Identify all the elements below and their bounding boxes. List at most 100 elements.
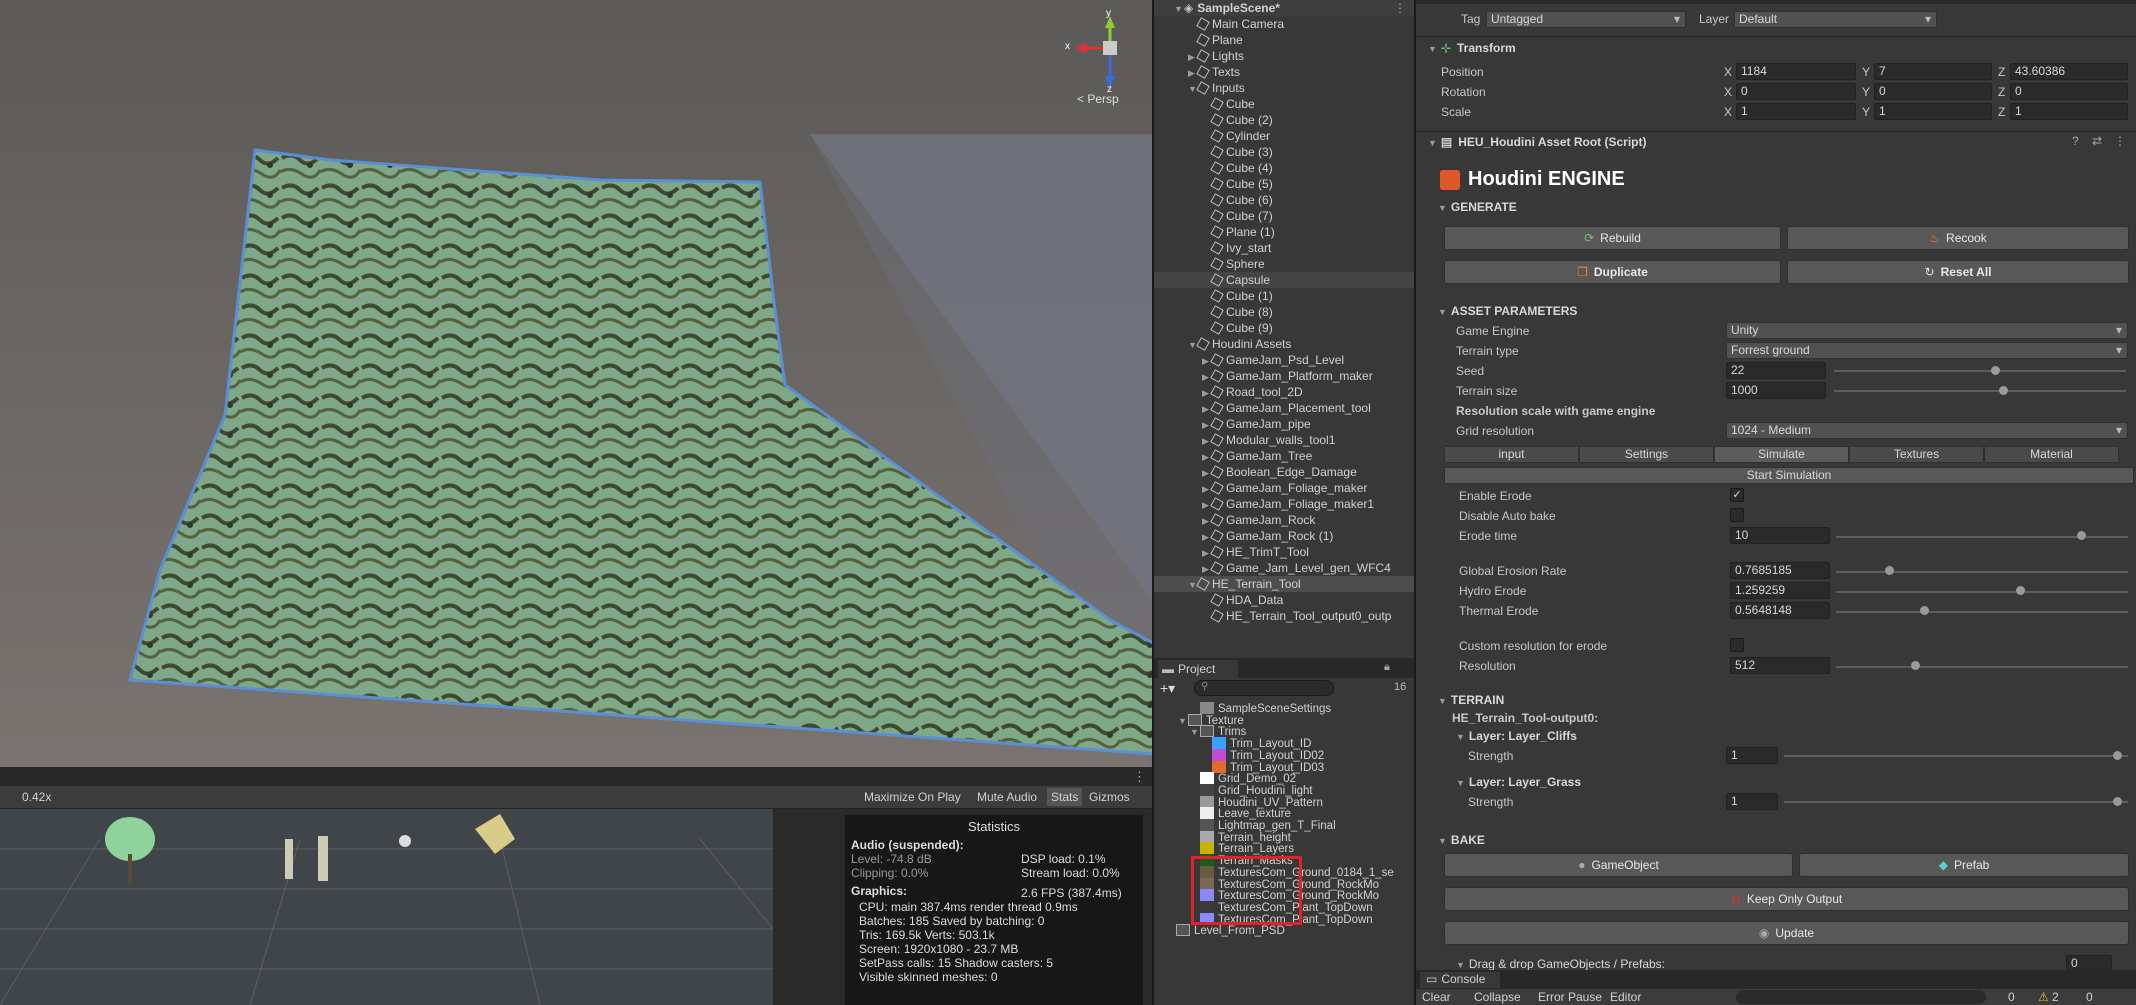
hierarchy-item[interactable]: Cube xyxy=(1154,96,1414,112)
project-item[interactable]: ▼ Trims xyxy=(1154,725,1414,738)
project-item[interactable]: Terrain_Layers xyxy=(1154,842,1414,855)
scale-z[interactable]: 1 xyxy=(2010,103,2128,120)
asset-params-header[interactable]: ▼ ASSET PARAMETERS xyxy=(1438,304,1577,318)
terrain-size-slider[interactable] xyxy=(1834,390,2126,392)
grass-strength-field[interactable]: 1 xyxy=(1726,793,1778,810)
hierarchy-item[interactable]: Cube (8) xyxy=(1154,304,1414,320)
scene-menu-icon[interactable]: ⋮ xyxy=(1394,0,1406,16)
project-item[interactable]: Trim_Layout_ID02 xyxy=(1154,748,1414,762)
hierarchy-item[interactable]: Plane (1) xyxy=(1154,224,1414,240)
hierarchy-item[interactable]: ▶ GameJam_Tree xyxy=(1154,448,1414,464)
lock-icon[interactable]: 🔒︎ xyxy=(1384,661,1390,674)
hierarchy-item[interactable]: Ivy_start xyxy=(1154,240,1414,256)
hierarchy-item[interactable]: ▶ Boolean_Edge_Damage xyxy=(1154,464,1414,480)
global-erosion-field[interactable]: 0.7685185 xyxy=(1730,562,1830,579)
position-x[interactable]: 1184 xyxy=(1736,63,1856,80)
transform-header[interactable]: ▼ ⊹ Transform xyxy=(1428,41,1516,55)
cliffs-strength-knob[interactable] xyxy=(2113,751,2122,760)
console-error-pause[interactable]: Error Pause xyxy=(1538,990,1602,1004)
hierarchy-item[interactable]: ▶ GameJam_Psd_Level xyxy=(1154,352,1414,368)
erode-time-field[interactable]: 10 xyxy=(1730,527,1830,544)
game-engine-dropdown[interactable]: Unity xyxy=(1726,322,2128,339)
rotation-z[interactable]: 0 xyxy=(2010,83,2128,100)
console-info-count[interactable]: 0 xyxy=(2008,990,2015,1004)
project-item[interactable]: Terrain_height xyxy=(1154,830,1414,844)
project-item[interactable]: Lightmap_gen_T_Final xyxy=(1154,819,1414,832)
console-tab[interactable]: ▭ Console xyxy=(1420,972,1500,988)
generate-header[interactable]: ▼ GENERATE xyxy=(1438,200,1517,214)
console-collapse[interactable]: Collapse xyxy=(1474,990,1521,1004)
project-item[interactable]: Trim_Layout_ID xyxy=(1154,737,1414,750)
component-menu-icon[interactable]: ⋮ xyxy=(2114,134,2126,148)
hierarchy-item[interactable]: ▶ Lights xyxy=(1154,48,1414,64)
hierarchy-item[interactable]: ▶ Texts xyxy=(1154,64,1414,80)
project-item[interactable]: ▼ Texture xyxy=(1154,713,1414,727)
terrain-type-dropdown[interactable]: Forrest ground xyxy=(1726,342,2128,359)
rotation-y[interactable]: 0 xyxy=(1874,83,1992,100)
layer-cliffs-header[interactable]: ▼ Layer: Layer_Cliffs xyxy=(1456,729,1577,743)
bake-header[interactable]: ▼ BAKE xyxy=(1438,833,1485,847)
bake-prefab-button[interactable]: ◆ Prefab xyxy=(1799,853,2129,877)
cliffs-strength-field[interactable]: 1 xyxy=(1726,747,1778,764)
hierarchy-item[interactable]: ▶ GameJam_pipe xyxy=(1154,416,1414,432)
hierarchy-item[interactable]: ▶ GameJam_Foliage_maker1 xyxy=(1154,496,1414,512)
script-header[interactable]: ▼ ▤ HEU_Houdini Asset Root (Script) xyxy=(1428,135,1647,149)
create-button[interactable]: +▾ xyxy=(1160,680,1175,697)
scene-view[interactable]: y x z < Persp xyxy=(0,0,1152,767)
rebuild-button[interactable]: ⟳ Rebuild xyxy=(1444,226,1781,250)
console-search[interactable] xyxy=(1736,990,1986,1004)
project-search[interactable]: ⚲ xyxy=(1194,680,1334,696)
stats-button[interactable]: Stats xyxy=(1047,788,1083,806)
settings-icon[interactable]: ⇄ xyxy=(2092,134,2102,148)
hierarchy-item[interactable]: ▶ Modular_walls_tool1 xyxy=(1154,432,1414,448)
hierarchy-item[interactable]: Cube (9) xyxy=(1154,320,1414,336)
grid-res-dropdown[interactable]: 1024 - Medium xyxy=(1726,422,2128,439)
seed-slider[interactable] xyxy=(1834,370,2126,372)
help-icon[interactable]: ? xyxy=(2072,134,2079,148)
mute-audio-button[interactable]: Mute Audio xyxy=(977,790,1037,804)
global-erosion-slider[interactable] xyxy=(1836,571,2128,573)
maximize-on-play-button[interactable]: Maximize On Play xyxy=(864,790,961,804)
scene-root[interactable]: ▼◈ SampleScene* ⋮ xyxy=(1154,0,1414,16)
tab-settings[interactable]: Settings xyxy=(1579,446,1714,463)
hierarchy-item[interactable]: HE_Terrain_Tool_output0_outp xyxy=(1154,608,1414,624)
position-z[interactable]: 43.60386 xyxy=(2010,63,2128,80)
hierarchy-item[interactable]: ▶ GameJam_Rock xyxy=(1154,512,1414,528)
hierarchy-item[interactable]: ▶ GameJam_Rock (1) xyxy=(1154,528,1414,544)
tab-simulate[interactable]: Simulate xyxy=(1714,446,1849,463)
hierarchy-item[interactable]: Cube (4) xyxy=(1154,160,1414,176)
hierarchy-item[interactable]: HDA_Data xyxy=(1154,592,1414,608)
resolution-knob[interactable] xyxy=(1910,661,1920,670)
hierarchy-item[interactable]: ▶ GameJam_Placement_tool xyxy=(1154,400,1414,416)
terrain-size-knob[interactable] xyxy=(1999,386,2009,395)
scale-x[interactable]: 1 xyxy=(1736,103,1856,120)
more-icon[interactable]: ⋮ xyxy=(1133,769,1146,785)
project-item[interactable]: SampleSceneSettings xyxy=(1154,702,1414,715)
reset-all-button[interactable]: ↻ Reset All xyxy=(1787,260,2129,284)
hydro-knob[interactable] xyxy=(2015,586,2025,595)
scene-canvas[interactable] xyxy=(0,0,1152,767)
hierarchy-item[interactable]: ▶ Game_Jam_Level_gen_WFC4 xyxy=(1154,560,1414,576)
layer-dropdown[interactable]: Default xyxy=(1734,11,1937,28)
hierarchy-item[interactable]: ▶ HE_TrimT_Tool xyxy=(1154,544,1414,560)
hierarchy-item[interactable]: ▼ HE_Terrain_Tool xyxy=(1154,576,1414,592)
hierarchy-item[interactable]: Cube (2) xyxy=(1154,112,1414,128)
project-item[interactable]: Leave_texture xyxy=(1154,807,1414,820)
console-clear[interactable]: Clear xyxy=(1422,990,1451,1004)
erode-time-knob[interactable] xyxy=(2077,531,2087,540)
hydro-field[interactable]: 1.259259 xyxy=(1730,582,1830,599)
hierarchy-item[interactable]: Cube (3) xyxy=(1154,144,1414,160)
hierarchy-item[interactable]: Cube (1) xyxy=(1154,288,1414,304)
terrain-size-field[interactable]: 1000 xyxy=(1726,382,1826,399)
project-item[interactable]: Grid_Demo_02 xyxy=(1154,772,1414,785)
thermal-field[interactable]: 0.5648148 xyxy=(1730,602,1830,619)
resolution-field[interactable]: 512 xyxy=(1730,657,1830,674)
hierarchy-item[interactable]: ▼ Inputs xyxy=(1154,80,1414,96)
project-item[interactable]: Houdini_UV_Pattern xyxy=(1154,795,1414,809)
grass-strength-slider[interactable] xyxy=(1784,801,2128,803)
project-item[interactable]: Trim_Layout_ID03 xyxy=(1154,760,1414,774)
persp-label[interactable]: < Persp xyxy=(1077,92,1119,106)
disable-auto-bake-checkbox[interactable] xyxy=(1730,508,1744,522)
scale-y[interactable]: 1 xyxy=(1874,103,1992,120)
console-warning-count[interactable]: 2 xyxy=(2052,990,2059,1004)
